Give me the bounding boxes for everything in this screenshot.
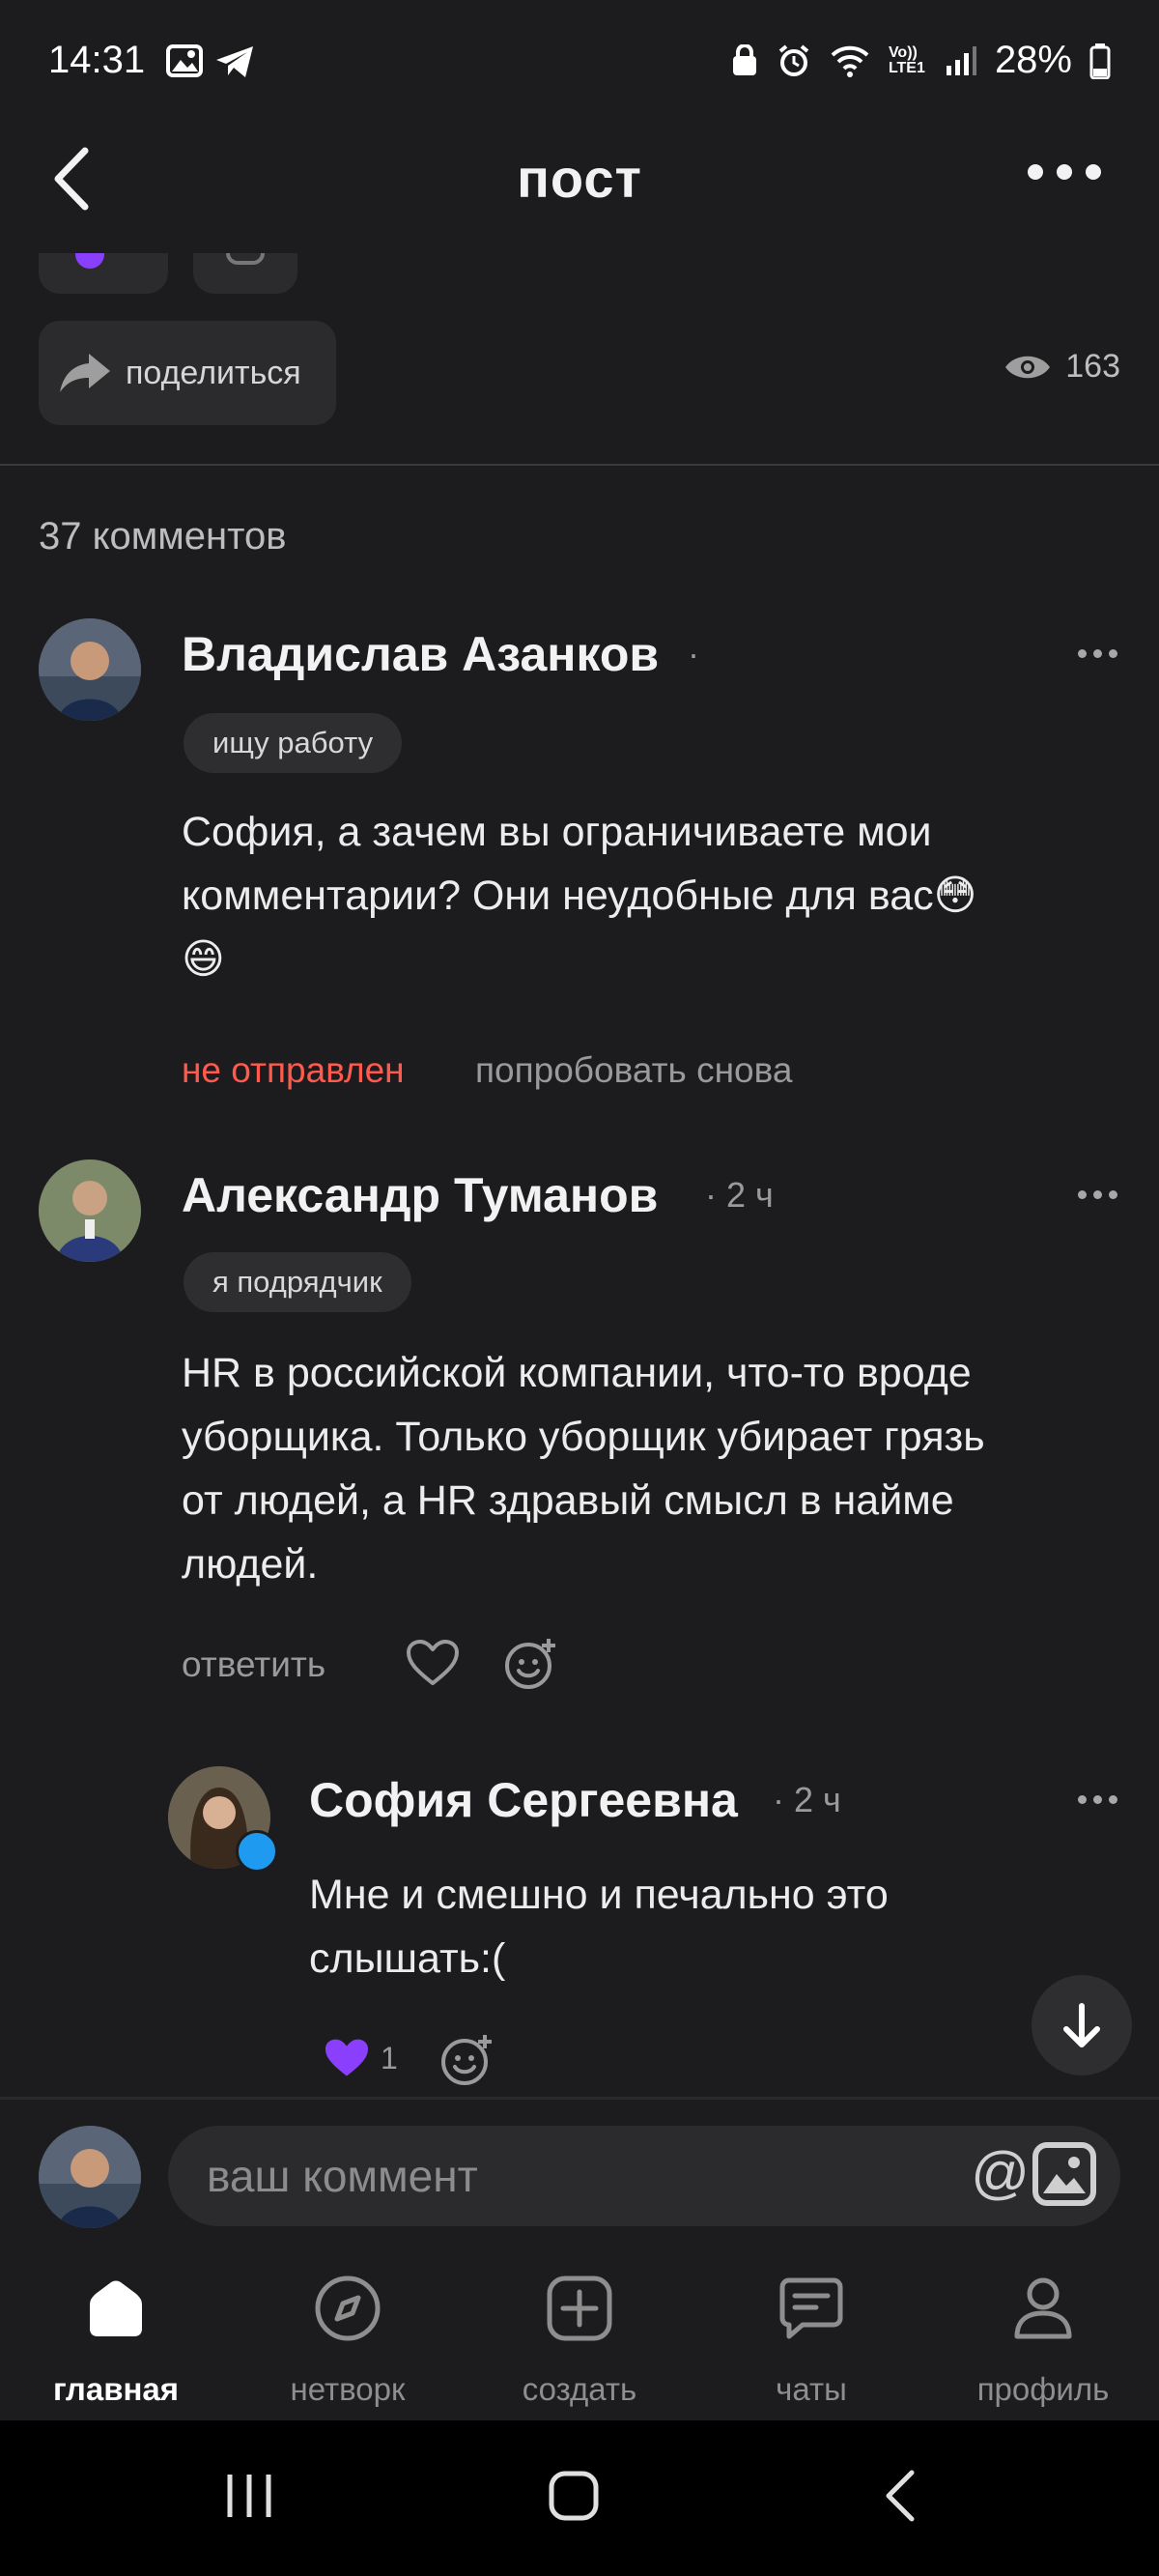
comment-menu-button[interactable] bbox=[1078, 649, 1117, 658]
comment-text: София, а зачем вы ограничиваете мои комм… bbox=[182, 800, 977, 991]
home-icon bbox=[90, 2280, 142, 2336]
status-tag: ищу работу bbox=[184, 713, 403, 773]
profile-icon bbox=[1014, 2277, 1072, 2339]
share-arrow-icon bbox=[60, 354, 110, 392]
comment-menu-button[interactable] bbox=[1078, 1795, 1117, 1804]
add-emoji-icon bbox=[441, 2035, 492, 2085]
alarm-icon bbox=[778, 43, 809, 76]
telegram-notification-icon bbox=[214, 44, 255, 84]
scroll-down-button[interactable] bbox=[1032, 1975, 1132, 2075]
nav-label: профиль bbox=[976, 2371, 1110, 2407]
comment-meta: · 2 ч bbox=[705, 1175, 774, 1215]
section-divider bbox=[0, 464, 1159, 466]
attach-image-button[interactable] bbox=[1032, 2141, 1097, 2212]
add-reaction-button[interactable] bbox=[504, 1637, 558, 1696]
chat-icon bbox=[779, 2277, 843, 2339]
add-reaction-button[interactable] bbox=[440, 2033, 495, 2092]
composer-divider bbox=[0, 2097, 1159, 2100]
bottom-nav: главная нетворк создать чаты профиль bbox=[0, 2251, 1159, 2420]
comment-text-line: HR в российской компании, что-то вроде bbox=[182, 1350, 972, 1396]
mention-button[interactable]: @ bbox=[971, 2139, 1030, 2206]
comment-text-line: людей. bbox=[182, 1541, 319, 1588]
comment-text-line: от людей, а HR здравый смысл в найме bbox=[182, 1477, 954, 1524]
comments-count: 37 комментов bbox=[39, 515, 287, 558]
views-counter: 163 bbox=[1004, 348, 1120, 386]
home-system-button[interactable] bbox=[547, 2469, 601, 2528]
status-right: Vo)) LTE1 28% bbox=[730, 39, 1111, 82]
add-reaction-chip[interactable] bbox=[193, 253, 297, 294]
comment-author[interactable]: Александр Туманов bbox=[182, 1167, 658, 1223]
nav-label: создать bbox=[522, 2371, 637, 2407]
purple-heart-icon bbox=[325, 2039, 368, 2076]
heart-icon bbox=[407, 1640, 459, 1685]
add-emoji-icon bbox=[505, 1639, 555, 1689]
comment-menu-button[interactable] bbox=[1078, 1190, 1117, 1199]
comment-text-line: уборщика. Только уборщик убирает грязь bbox=[182, 1414, 985, 1460]
reaction-purple-heart[interactable]: 1 bbox=[323, 2037, 398, 2079]
share-label: поделиться bbox=[126, 354, 301, 391]
avatar[interactable] bbox=[39, 618, 141, 721]
reply-button[interactable]: ответить bbox=[182, 1645, 325, 1685]
retry-button[interactable]: попробовать снова bbox=[475, 1050, 792, 1091]
comment-text-line: комментарии? Они неудобные для вас😳 bbox=[182, 873, 977, 919]
plus-square-icon bbox=[547, 2275, 612, 2341]
more-options-button[interactable] bbox=[1028, 164, 1101, 180]
comment-text-line: София, а зачем вы ограничиваете мои bbox=[182, 809, 932, 855]
avatar[interactable] bbox=[39, 1159, 141, 1262]
recent-apps-button[interactable] bbox=[222, 2469, 276, 2528]
image-icon bbox=[1032, 2142, 1096, 2206]
back-system-button[interactable] bbox=[879, 2469, 921, 2528]
home-square-icon bbox=[549, 2471, 599, 2521]
comment-text-line: Мне и смешно и печально это bbox=[309, 1872, 889, 1918]
arrow-down-icon bbox=[1063, 2003, 1100, 2047]
comment-text: HR в российской компании, что-то вроде у… bbox=[182, 1341, 985, 1596]
status-tag: я подрядчик bbox=[184, 1252, 411, 1312]
battery-percent: 28% bbox=[994, 39, 1072, 81]
comment-text: Мне и смешно и печально это слышать:( bbox=[309, 1863, 889, 1990]
system-nav-bar bbox=[0, 2420, 1159, 2576]
my-avatar bbox=[39, 2126, 141, 2228]
chevron-left-icon bbox=[886, 2470, 915, 2522]
share-button[interactable]: поделиться bbox=[39, 321, 336, 425]
comment-text-line: 😄 bbox=[182, 936, 225, 983]
comment-meta: · 2 ч bbox=[773, 1780, 841, 1819]
signal-icon bbox=[946, 45, 976, 75]
battery-icon bbox=[1089, 43, 1111, 79]
lock-icon bbox=[732, 43, 756, 75]
gallery-notification-icon bbox=[166, 44, 203, 82]
page-title: пост bbox=[517, 148, 642, 209]
comment-input-placeholder: ваш коммент bbox=[207, 2151, 478, 2201]
nav-label: главная bbox=[52, 2371, 180, 2407]
comment-text-line: слышать:( bbox=[309, 1935, 506, 1982]
status-time: 14:31 bbox=[48, 39, 146, 81]
nav-label: чаты bbox=[776, 2371, 847, 2407]
eye-icon bbox=[1005, 356, 1051, 378]
compass-icon bbox=[315, 2275, 381, 2341]
like-button[interactable] bbox=[406, 1639, 460, 1692]
wifi-icon bbox=[831, 45, 869, 77]
recents-icon bbox=[227, 2475, 271, 2517]
views-count: 163 bbox=[1065, 348, 1120, 385]
reaction-count: 1 bbox=[381, 2040, 398, 2075]
comment-author[interactable]: София Сергеевна bbox=[309, 1772, 738, 1828]
verified-badge bbox=[236, 1830, 278, 1873]
network-type: Vo)) LTE1 bbox=[888, 43, 925, 76]
nav-label: нетворк bbox=[290, 2371, 406, 2407]
reaction-chip[interactable] bbox=[39, 253, 168, 294]
comment-author[interactable]: Владислав Азанков bbox=[182, 626, 659, 682]
comment-meta: · bbox=[688, 634, 699, 673]
send-error-label: не отправлен bbox=[182, 1050, 405, 1090]
